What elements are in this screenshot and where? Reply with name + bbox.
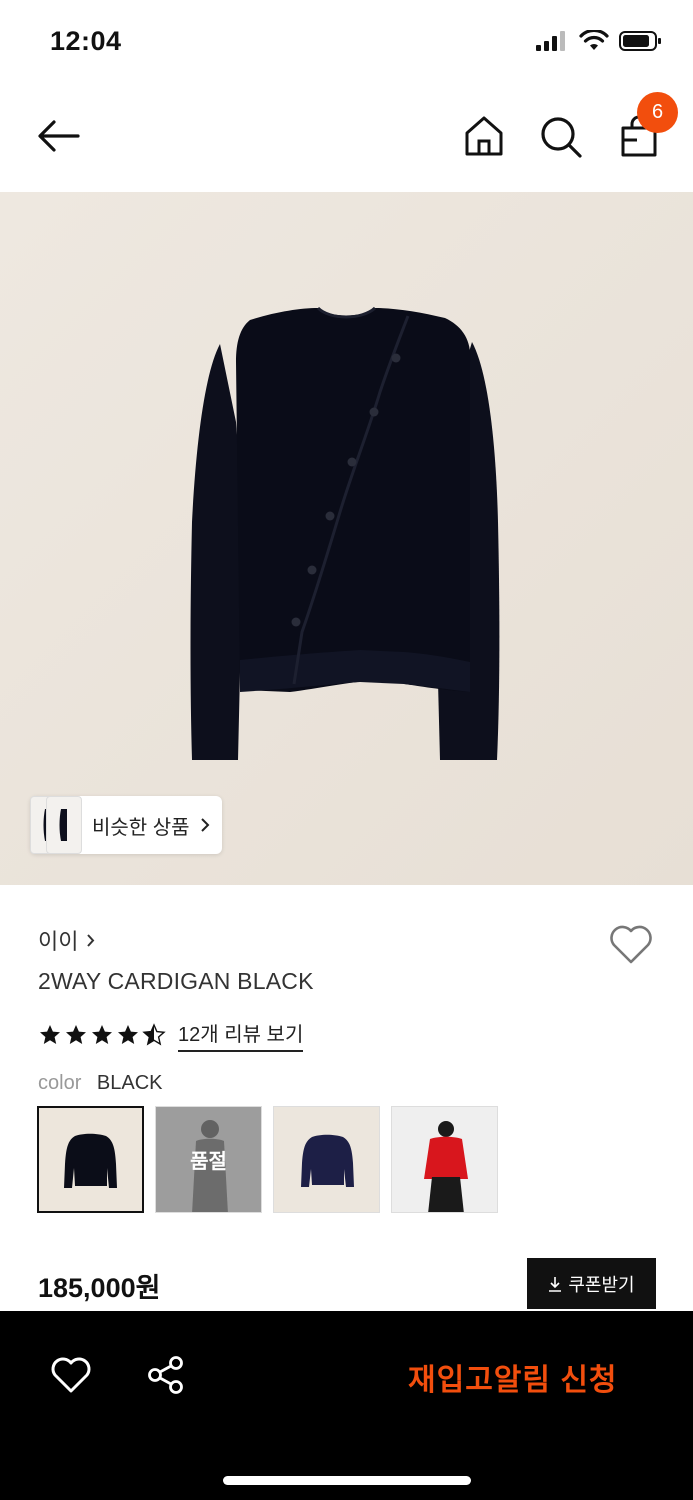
similar-products-label: 비슷한 상품 bbox=[80, 811, 222, 840]
chevron-right-icon bbox=[87, 933, 95, 947]
product-image[interactable]: 비슷한 상품 bbox=[0, 192, 693, 885]
similar-thumb bbox=[46, 796, 82, 854]
download-icon bbox=[549, 1276, 562, 1292]
status-bar: 12:04 bbox=[0, 0, 693, 84]
nav-bar bbox=[0, 84, 693, 192]
review-link[interactable]: 12개 리뷰 보기 bbox=[178, 1018, 304, 1052]
star-full-icon bbox=[118, 1025, 138, 1044]
battery-icon bbox=[619, 31, 661, 51]
home-icon[interactable] bbox=[462, 114, 506, 158]
similar-products-button[interactable]: 비슷한 상품 bbox=[30, 796, 222, 854]
swatch-navy[interactable] bbox=[273, 1106, 380, 1213]
search-icon[interactable] bbox=[538, 114, 584, 160]
color-label: color bbox=[38, 1072, 82, 1094]
color-swatches: 품절 bbox=[37, 1106, 498, 1213]
soldout-label: 품절 bbox=[156, 1107, 261, 1212]
status-time: 12:04 bbox=[50, 26, 122, 56]
similar-thumbnails bbox=[30, 796, 82, 854]
swatch-red-model[interactable] bbox=[391, 1106, 498, 1213]
star-full-icon bbox=[66, 1025, 86, 1044]
star-half-icon bbox=[142, 1023, 166, 1046]
wifi-icon bbox=[579, 30, 609, 50]
swatch-gray-soldout[interactable]: 품절 bbox=[155, 1106, 262, 1213]
star-rating bbox=[38, 1023, 166, 1047]
color-row: color BLACK bbox=[38, 1072, 163, 1095]
product-price: 185,000원 bbox=[38, 1273, 161, 1303]
share-icon[interactable] bbox=[146, 1355, 186, 1395]
home-indicator bbox=[223, 1476, 471, 1485]
color-value: BLACK bbox=[96, 1072, 163, 1094]
cart-count-badge: 6 bbox=[637, 92, 678, 133]
cardigan-image bbox=[0, 192, 693, 885]
back-arrow-icon[interactable] bbox=[34, 116, 84, 156]
star-full-icon bbox=[92, 1025, 112, 1044]
status-icons bbox=[535, 30, 663, 52]
star-full-icon bbox=[40, 1025, 60, 1044]
brand-link[interactable]: 이이 bbox=[38, 924, 95, 956]
bottom-action-bar: 재입고알림 신청 bbox=[0, 1311, 693, 1500]
rating-row: 12개 리뷰 보기 bbox=[38, 1018, 304, 1052]
similar-products-text: 비슷한 상품 bbox=[92, 816, 190, 839]
signal-icon bbox=[536, 31, 565, 51]
product-name: 2WAY CARDIGAN BLACK bbox=[38, 968, 314, 994]
coupon-button[interactable]: 쿠폰받기 bbox=[527, 1258, 656, 1309]
brand-name: 이이 bbox=[38, 929, 79, 954]
restock-alert-button[interactable]: 재입고알림 신청 bbox=[408, 1355, 618, 1399]
heart-icon[interactable] bbox=[608, 922, 654, 966]
heart-icon[interactable] bbox=[50, 1355, 92, 1395]
coupon-label: 쿠폰받기 bbox=[568, 1274, 635, 1295]
swatch-black[interactable] bbox=[37, 1106, 144, 1213]
chevron-right-icon bbox=[200, 818, 209, 832]
